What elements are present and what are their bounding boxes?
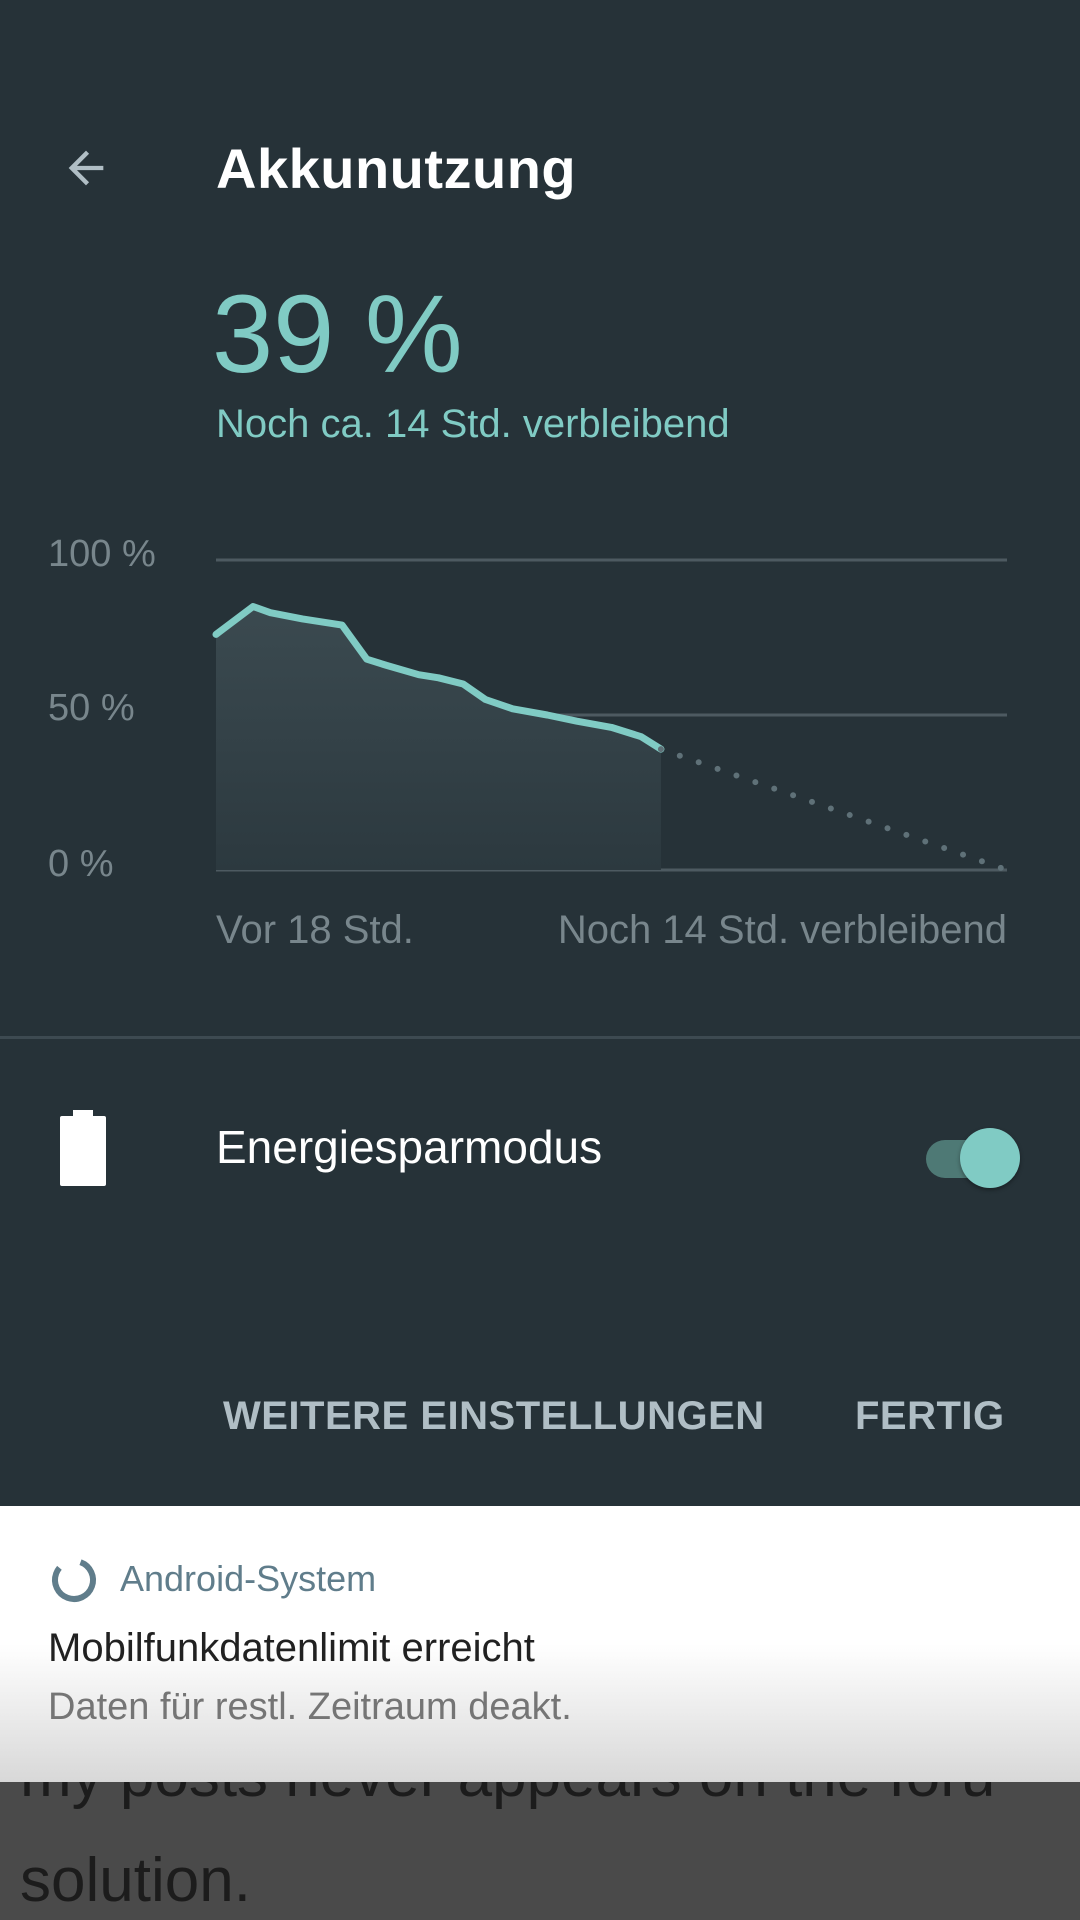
notification-app-name: Android-System bbox=[120, 1558, 377, 1599]
battery-saver-row[interactable]: Energiesparmodus bbox=[0, 1080, 1080, 1220]
toggle-thumb bbox=[960, 1128, 1020, 1188]
y-tick-0: 0 % bbox=[48, 843, 113, 885]
battery-icon bbox=[60, 1110, 106, 1186]
notification-card[interactable]: Android-System Mobilfunkdatenlimit errei… bbox=[0, 1506, 1080, 1782]
done-button[interactable]: FERTIG bbox=[855, 1394, 1005, 1439]
projection-line bbox=[657, 746, 1010, 873]
divider bbox=[0, 1036, 1080, 1039]
more-settings-button[interactable]: WEITERE EINSTELLUNGEN bbox=[223, 1394, 765, 1439]
battery-saver-toggle[interactable] bbox=[922, 1128, 1022, 1188]
battery-remaining-text: Noch ca. 14 Std. verbleibend bbox=[216, 402, 730, 446]
background-text-line-2: solution. bbox=[20, 1846, 251, 1915]
action-bar: WEITERE EINSTELLUNGEN FERTIG bbox=[0, 1380, 1080, 1460]
history-area bbox=[216, 606, 661, 870]
y-tick-100: 100 % bbox=[48, 533, 156, 575]
sync-icon bbox=[52, 1558, 96, 1602]
notification-title: Mobilfunkdatenlimit erreicht bbox=[48, 1626, 535, 1670]
battery-saver-label: Energiesparmodus bbox=[216, 1121, 603, 1173]
battery-chart: 100 % 50 % 0 % Vor 18 Std. Noch 14 Std. … bbox=[48, 533, 1010, 952]
y-tick-50: 50 % bbox=[48, 687, 135, 729]
notification-text: Daten für restl. Zeitraum deakt. bbox=[48, 1686, 572, 1728]
back-button[interactable] bbox=[40, 128, 132, 208]
battery-usage-panel: Akkunutzung 39 % Noch ca. 14 Std. verble… bbox=[0, 0, 1080, 1506]
arrow-back-icon bbox=[68, 150, 104, 186]
page-title: Akkunutzung bbox=[216, 137, 577, 200]
battery-percent: 39 % bbox=[212, 273, 463, 396]
x-start-label: Vor 18 Std. bbox=[216, 908, 414, 952]
x-end-label: Noch 14 Std. verbleibend bbox=[558, 908, 1007, 952]
